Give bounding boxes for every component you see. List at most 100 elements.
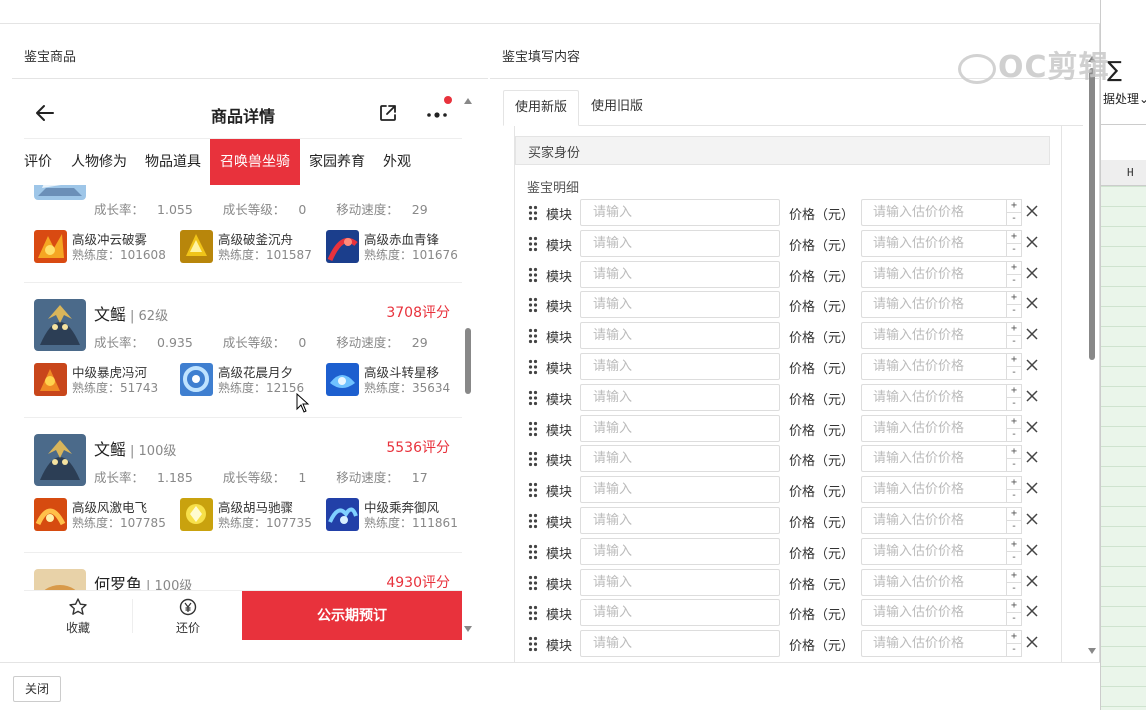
decrement-button[interactable]: -	[1007, 613, 1021, 626]
drag-handle-icon[interactable]	[528, 267, 538, 283]
increment-button[interactable]: +	[1007, 292, 1021, 306]
drag-handle-icon[interactable]	[528, 359, 538, 375]
price-input[interactable]	[861, 353, 1006, 380]
buyer-identity-section[interactable]: 买家身份	[515, 136, 1050, 165]
bargain-button[interactable]: 还价	[134, 591, 242, 640]
drag-handle-icon[interactable]	[528, 390, 538, 406]
decrement-button[interactable]: -	[1007, 305, 1021, 318]
increment-button[interactable]: +	[1007, 631, 1021, 645]
close-icon[interactable]	[1025, 204, 1039, 218]
increment-button[interactable]: +	[1007, 508, 1021, 521]
module-input[interactable]	[580, 383, 780, 411]
decrement-button[interactable]: -	[1007, 490, 1021, 503]
close-icon[interactable]	[1025, 420, 1039, 434]
increment-button[interactable]: +	[1007, 446, 1021, 460]
module-input[interactable]	[580, 199, 780, 226]
module-input[interactable]	[580, 476, 780, 504]
tab-review[interactable]: 评价	[24, 139, 62, 185]
increment-button[interactable]: +	[1007, 570, 1021, 583]
scroll-down-arrow-icon[interactable]	[463, 624, 473, 634]
module-input[interactable]	[580, 260, 780, 288]
scroll-up-arrow-icon[interactable]	[463, 96, 473, 106]
favorite-button[interactable]: 收藏	[24, 591, 132, 640]
price-input[interactable]	[861, 199, 1006, 226]
close-icon[interactable]	[1025, 574, 1039, 588]
drag-handle-icon[interactable]	[528, 451, 538, 467]
price-input[interactable]	[861, 383, 1006, 411]
price-input[interactable]	[861, 414, 1006, 442]
price-input[interactable]	[861, 537, 1006, 565]
tab-pets-mounts[interactable]: 召唤兽坐骑	[210, 139, 300, 185]
module-input[interactable]	[580, 599, 780, 627]
increment-button[interactable]: +	[1007, 477, 1021, 491]
drag-handle-icon[interactable]	[528, 605, 538, 621]
price-input[interactable]	[861, 260, 1006, 288]
drag-handle-icon[interactable]	[528, 328, 538, 344]
tab-appearance[interactable]: 外观	[374, 139, 420, 185]
tab-new-version[interactable]: 使用新版	[503, 90, 580, 126]
decrement-button[interactable]: -	[1007, 275, 1021, 288]
price-input[interactable]	[861, 599, 1006, 627]
increment-button[interactable]: +	[1007, 323, 1021, 337]
tab-items[interactable]: 物品道具	[136, 139, 210, 185]
decrement-button[interactable]: -	[1007, 244, 1021, 257]
more-icon[interactable]	[426, 104, 448, 122]
decrement-button[interactable]: -	[1007, 521, 1021, 534]
column-header[interactable]: H	[1101, 160, 1146, 186]
module-input[interactable]	[580, 322, 780, 350]
drag-handle-icon[interactable]	[528, 482, 538, 498]
decrement-button[interactable]: -	[1007, 644, 1021, 657]
drag-handle-icon[interactable]	[528, 544, 538, 560]
close-icon[interactable]	[1025, 389, 1039, 403]
decrement-button[interactable]: -	[1007, 583, 1021, 596]
module-input[interactable]	[580, 291, 780, 319]
price-input[interactable]	[861, 291, 1006, 319]
price-input[interactable]	[861, 630, 1006, 658]
close-icon[interactable]	[1025, 604, 1039, 618]
module-input[interactable]	[580, 445, 780, 473]
reserve-button[interactable]: 公示期预订	[242, 591, 462, 640]
scroll-down-arrow-icon[interactable]	[1087, 646, 1097, 656]
sheet-grid[interactable]	[1101, 186, 1146, 710]
close-icon[interactable]	[1025, 450, 1039, 464]
close-icon[interactable]	[1025, 327, 1039, 341]
close-icon[interactable]	[1025, 635, 1039, 649]
drag-handle-icon[interactable]	[528, 236, 538, 252]
price-input[interactable]	[861, 322, 1006, 350]
price-input[interactable]	[861, 476, 1006, 504]
decrement-button[interactable]: -	[1007, 336, 1021, 349]
decrement-button[interactable]: -	[1007, 429, 1021, 442]
increment-button[interactable]: +	[1007, 600, 1021, 614]
drag-handle-icon[interactable]	[528, 421, 538, 437]
increment-button[interactable]: +	[1007, 354, 1021, 367]
tab-old-version[interactable]: 使用旧版	[580, 90, 654, 126]
close-icon[interactable]	[1025, 512, 1039, 526]
price-input[interactable]	[861, 507, 1006, 534]
close-button[interactable]: 关闭	[13, 676, 61, 702]
module-input[interactable]	[580, 229, 780, 257]
module-input[interactable]	[580, 537, 780, 565]
pet-card[interactable]: 文鳐 | 100级 5536评分 成长率： 1.185 成长等级： 1 移动速度： 17…	[24, 418, 462, 553]
tab-home[interactable]: 家园养育	[300, 139, 374, 185]
close-icon[interactable]	[1025, 481, 1039, 495]
module-input[interactable]	[580, 568, 780, 596]
drag-handle-icon[interactable]	[528, 205, 538, 221]
share-icon[interactable]	[378, 103, 398, 123]
price-input[interactable]	[861, 229, 1006, 257]
pet-card[interactable]: 文鳐 | 62级 3708评分 成长率： 0.935 成长等级： 0 移动速度： 29 …	[24, 283, 462, 418]
decrement-button[interactable]: -	[1007, 459, 1021, 472]
pet-card[interactable]: 何罗鱼 | 100级 4930评分	[24, 553, 462, 590]
form-scrollbar-thumb[interactable]	[1089, 68, 1095, 360]
decrement-button[interactable]: -	[1007, 398, 1021, 411]
close-icon[interactable]	[1025, 296, 1039, 310]
drag-handle-icon[interactable]	[528, 636, 538, 652]
module-input[interactable]	[580, 507, 780, 534]
increment-button[interactable]: +	[1007, 231, 1021, 244]
close-icon[interactable]	[1025, 266, 1039, 280]
close-icon[interactable]	[1025, 543, 1039, 557]
data-processing-menu[interactable]: 据处理⌄	[1103, 90, 1146, 107]
pet-list[interactable]: 成长率： 1.055 成长等级： 0 移动速度： 29 高级冲云破雾 熟练度：1016…	[24, 185, 462, 590]
close-icon[interactable]	[1025, 358, 1039, 372]
tab-character[interactable]: 人物修为	[62, 139, 136, 185]
price-input[interactable]	[861, 445, 1006, 473]
